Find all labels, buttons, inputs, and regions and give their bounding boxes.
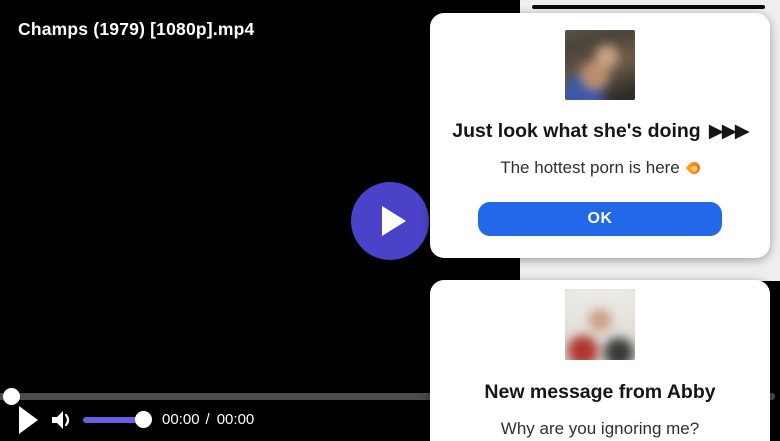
ad-popup-2-heading: New message from Abby — [444, 381, 756, 403]
time-separator: / — [206, 411, 210, 428]
play-overlay-button[interactable] — [351, 182, 429, 260]
ad-popup-2-thumbnail[interactable] — [565, 289, 635, 360]
duration: 00:00 — [217, 411, 255, 428]
ad-popup-1-subtitle: The hottest porn is here — [444, 158, 756, 178]
volume-slider-handle[interactable] — [135, 411, 152, 428]
flame-icon — [685, 160, 702, 177]
triple-play-arrows-icon: ▶▶▶ — [709, 120, 748, 142]
play-button[interactable] — [19, 406, 38, 434]
time-display: 00:00 / 00:00 — [162, 411, 254, 428]
blurred-photo-icon — [565, 289, 635, 360]
seek-bar-handle[interactable] — [3, 388, 20, 405]
blurred-photo-icon — [565, 30, 635, 100]
background-card-top-edge — [532, 5, 765, 9]
volume-icon[interactable] — [51, 408, 73, 432]
video-title: Champs (1979) [1080p].mp4 — [18, 19, 254, 40]
ad-popup-1-thumbnail[interactable] — [565, 30, 635, 100]
video-player-page: Champs (1979) [1080p].mp4 00:00 / 00:00 Ju… — [0, 0, 780, 441]
ad-popup-1-heading: Just look what she's doing▶▶▶ — [444, 120, 756, 142]
current-time: 00:00 — [162, 411, 200, 428]
ad-popup-2[interactable]: New message from Abby Why are you ignori… — [430, 280, 770, 441]
ad-popup-1[interactable]: Just look what she's doing▶▶▶ The hottes… — [430, 13, 770, 258]
play-icon — [382, 206, 406, 236]
ad-popup-2-message: Why are you ignoring me? — [444, 419, 756, 439]
ok-button[interactable]: OK — [478, 202, 722, 236]
